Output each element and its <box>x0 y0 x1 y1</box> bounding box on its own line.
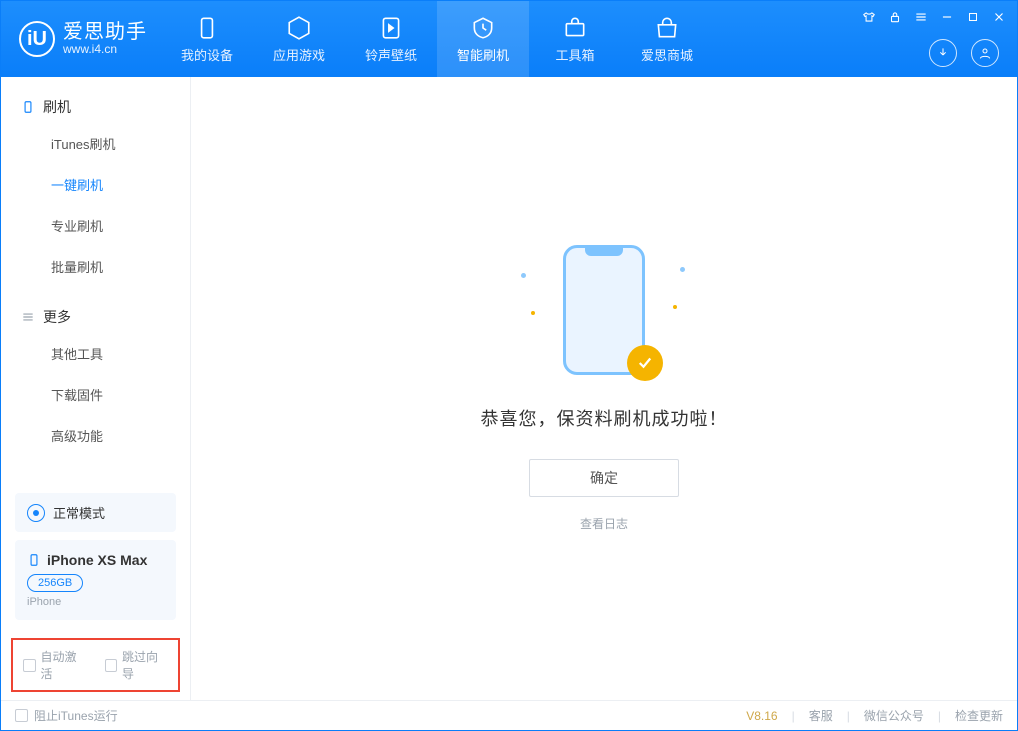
version-label: V8.16 <box>746 709 777 723</box>
wechat-link[interactable]: 微信公众号 <box>864 707 924 724</box>
download-button[interactable] <box>929 39 957 67</box>
tab-ringtone[interactable]: 铃声壁纸 <box>345 1 437 77</box>
app-name: 爱思助手 <box>63 21 147 43</box>
success-message: 恭喜您，保资料刷机成功啦！ <box>481 405 728 431</box>
sidebar-item-oneclick-flash[interactable]: 一键刷机 <box>1 164 190 205</box>
main-content: 恭喜您，保资料刷机成功啦！ 确定 查看日志 <box>191 77 1017 700</box>
ok-button[interactable]: 确定 <box>529 459 679 497</box>
statusbar: 阻止iTunes运行 V8.16 | 客服 | 微信公众号 | 检查更新 <box>1 700 1017 730</box>
sidebar-header-label: 更多 <box>43 307 71 327</box>
tab-label: 铃声壁纸 <box>365 45 417 64</box>
device-name: iPhone XS Max <box>47 552 147 568</box>
app-logo-icon: iU <box>19 21 55 57</box>
sidebar-item-advanced[interactable]: 高级功能 <box>1 415 190 456</box>
tab-device[interactable]: 我的设备 <box>161 1 253 77</box>
logo-text: 爱思助手 www.i4.cn <box>63 21 147 56</box>
view-log-link[interactable]: 查看日志 <box>580 515 628 532</box>
tab-label: 工具箱 <box>555 45 594 64</box>
device-mode-label: 正常模式 <box>53 503 105 522</box>
support-link[interactable]: 客服 <box>809 707 833 724</box>
lock-icon[interactable] <box>887 9 903 25</box>
checkbox-block-itunes[interactable]: 阻止iTunes运行 <box>15 707 118 724</box>
sidebar-item-other-tools[interactable]: 其他工具 <box>1 333 190 374</box>
titlebar-actions <box>929 39 999 67</box>
sidebar-header-more: 更多 <box>1 301 190 333</box>
tab-label: 爱思商城 <box>641 45 693 64</box>
tab-flash[interactable]: 智能刷机 <box>437 1 529 77</box>
tab-label: 我的设备 <box>181 45 233 64</box>
menu-icon[interactable] <box>913 9 929 25</box>
tshirt-icon[interactable] <box>861 9 877 25</box>
sidebar-header-flash: 刷机 <box>1 91 190 123</box>
phone-icon <box>27 553 41 567</box>
sidebar: 刷机 iTunes刷机 一键刷机 专业刷机 批量刷机 更多 其他工具 下载固件 … <box>1 77 191 700</box>
checkbox-skip-guide[interactable]: 跳过向导 <box>105 648 169 682</box>
titlebar: iU 爱思助手 www.i4.cn 我的设备 应用游戏 铃声壁纸 智能刷机 工具… <box>1 1 1017 77</box>
tab-toolbox[interactable]: 工具箱 <box>529 1 621 77</box>
tab-label: 应用游戏 <box>273 45 325 64</box>
sidebar-item-batch-flash[interactable]: 批量刷机 <box>1 246 190 287</box>
checkbox-auto-activate[interactable]: 自动激活 <box>23 648 87 682</box>
close-button[interactable] <box>991 9 1007 25</box>
device-capacity-badge: 256GB <box>27 574 83 592</box>
window-controls <box>861 9 1007 25</box>
device-mode-card[interactable]: 正常模式 <box>15 493 176 532</box>
sidebar-item-download-fw[interactable]: 下载固件 <box>1 374 190 415</box>
minimize-button[interactable] <box>939 9 955 25</box>
check-icon <box>627 345 663 381</box>
success-illustration <box>549 245 659 375</box>
check-update-link[interactable]: 检查更新 <box>955 707 1003 724</box>
device-info-card[interactable]: iPhone XS Max 256GB iPhone <box>15 540 176 620</box>
top-tabs: 我的设备 应用游戏 铃声壁纸 智能刷机 工具箱 爱思商城 <box>161 1 713 77</box>
maximize-button[interactable] <box>965 9 981 25</box>
device-type: iPhone <box>27 596 164 608</box>
tab-label: 智能刷机 <box>457 45 509 64</box>
flash-options-highlight: 自动激活 跳过向导 <box>11 638 180 692</box>
app-url: www.i4.cn <box>63 43 147 56</box>
logo-block: iU 爱思助手 www.i4.cn <box>1 21 161 57</box>
mode-icon <box>27 504 45 522</box>
tab-store[interactable]: 爱思商城 <box>621 1 713 77</box>
account-button[interactable] <box>971 39 999 67</box>
sidebar-item-itunes-flash[interactable]: iTunes刷机 <box>1 123 190 164</box>
tab-apps[interactable]: 应用游戏 <box>253 1 345 77</box>
sidebar-item-pro-flash[interactable]: 专业刷机 <box>1 205 190 246</box>
sidebar-header-label: 刷机 <box>43 97 71 117</box>
